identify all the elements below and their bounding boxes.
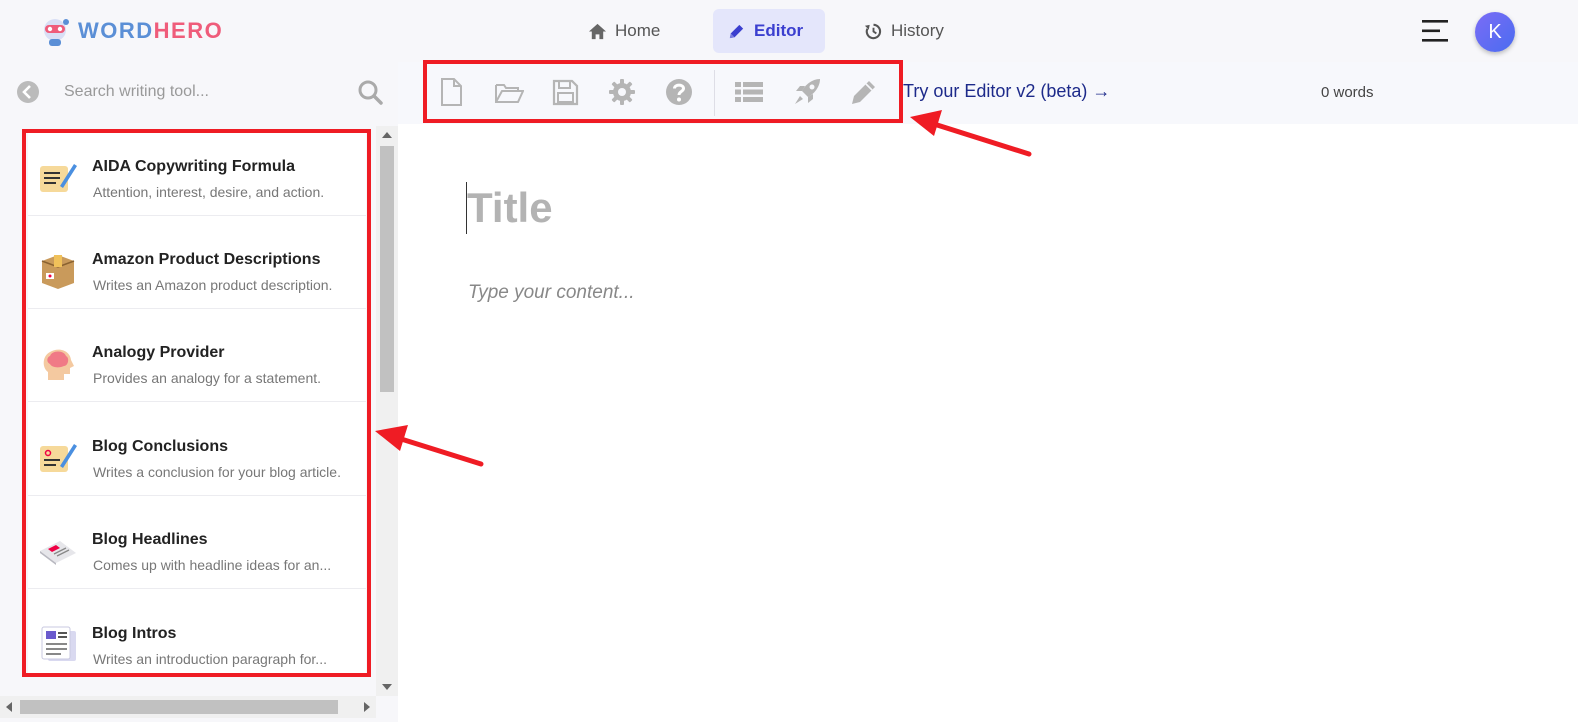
help-icon — [666, 79, 692, 105]
scrollbar-thumb[interactable] — [20, 700, 338, 714]
horizontal-scrollbar[interactable] — [0, 696, 376, 718]
open-folder-icon — [495, 84, 524, 103]
word-count: 0 words — [1321, 84, 1374, 101]
tool-item-amazon-product-descriptions[interactable]: Amazon Product Descriptions Writes an Am… — [28, 229, 366, 309]
wordhero-logo[interactable]: WORDHERO — [38, 14, 223, 48]
tool-item-blog-intros[interactable]: Blog Intros Writes an introduction parag… — [28, 603, 366, 674]
nav-editor-label: Editor — [754, 21, 804, 40]
menu-icon[interactable] — [1422, 18, 1450, 44]
list-icon — [735, 82, 763, 102]
history-icon — [864, 23, 882, 39]
writing-tools-sidebar: AIDA Copywriting Formula Attention, inte… — [0, 62, 398, 722]
pencil-icon — [729, 24, 744, 38]
tool-description: Provides an analogy for a statement. — [93, 370, 322, 386]
user-avatar[interactable]: K — [1475, 12, 1515, 52]
tool-item-aida[interactable]: AIDA Copywriting Formula Attention, inte… — [28, 136, 366, 216]
tool-title: Analogy Provider — [92, 344, 225, 361]
nav-editor[interactable]: Editor — [713, 9, 825, 53]
collapse-sidebar-icon[interactable] — [16, 80, 40, 104]
memo-pen-icon — [40, 444, 77, 472]
tool-item-analogy-provider[interactable]: Analogy Provider Provides an analogy for… — [28, 322, 366, 402]
editor-toolbar: Try our Editor v2 (beta) → 0 words — [398, 62, 1578, 124]
nav-home-label: Home — [615, 21, 661, 40]
tool-title: AIDA Copywriting Formula — [92, 158, 295, 175]
toolbar-divider — [714, 70, 715, 116]
help-button[interactable] — [663, 76, 695, 108]
robot-mascot-icon — [44, 19, 69, 46]
scroll-up-arrow-icon[interactable] — [382, 132, 392, 138]
save-document-button[interactable] — [549, 76, 581, 108]
tool-description: Writes a conclusion for your blog articl… — [93, 464, 341, 480]
top-navigation-bar: WORDHERO Home Editor History K — [0, 0, 1578, 62]
search-input[interactable] — [62, 78, 342, 106]
new-document-button[interactable] — [435, 76, 467, 108]
logo-text-word: WORD — [78, 18, 154, 43]
new-file-icon — [441, 78, 462, 106]
tool-description: Comes up with headline ideas for an... — [93, 557, 332, 573]
nav-history-label: History — [891, 21, 944, 40]
tool-title: Amazon Product Descriptions — [92, 251, 321, 268]
home-icon — [588, 23, 607, 39]
rocket-icon — [795, 79, 820, 104]
tool-title: Blog Headlines — [92, 531, 208, 548]
open-document-button[interactable] — [493, 76, 525, 108]
scroll-left-arrow-icon[interactable] — [6, 702, 12, 712]
vertical-scrollbar[interactable] — [376, 126, 398, 696]
list-view-button[interactable] — [733, 76, 765, 108]
scroll-down-arrow-icon[interactable] — [382, 684, 392, 690]
tool-list: AIDA Copywriting Formula Attention, inte… — [28, 130, 366, 674]
document-title-input[interactable]: Title — [466, 182, 553, 234]
tool-search-row — [0, 62, 398, 122]
settings-gear-icon — [609, 79, 635, 105]
logo-text-hero: HERO — [153, 18, 224, 43]
tool-item-blog-headlines[interactable]: Blog Headlines Comes up with headline id… — [28, 509, 366, 589]
editor-v2-beta-link[interactable]: Try our Editor v2 (beta) → — [903, 81, 1110, 102]
edit-button[interactable] — [848, 76, 880, 108]
tool-title: Blog Intros — [92, 625, 177, 642]
document-content-input[interactable]: Type your content... — [468, 282, 635, 304]
save-icon — [552, 79, 579, 106]
pencil-icon — [852, 81, 875, 104]
newspaper-icon — [40, 541, 76, 565]
package-box-icon — [41, 255, 75, 289]
search-icon[interactable] — [357, 79, 383, 105]
tool-title: Blog Conclusions — [92, 438, 228, 455]
tool-item-blog-conclusions[interactable]: Blog Conclusions Writes a conclusion for… — [28, 416, 366, 496]
nav-home[interactable]: Home — [574, 9, 674, 53]
tool-description: Writes an introduction paragraph for... — [93, 651, 327, 667]
tool-description: Attention, interest, desire, and action. — [93, 184, 325, 200]
nav-history[interactable]: History — [850, 9, 958, 53]
document-stack-icon — [41, 626, 76, 661]
scrollbar-thumb[interactable] — [380, 146, 394, 392]
settings-button[interactable] — [606, 76, 638, 108]
brain-head-icon — [43, 349, 74, 380]
memo-pen-icon — [40, 164, 77, 192]
launch-button[interactable] — [791, 76, 823, 108]
scroll-right-arrow-icon[interactable] — [364, 702, 370, 712]
tool-description: Writes an Amazon product description. — [93, 277, 333, 293]
